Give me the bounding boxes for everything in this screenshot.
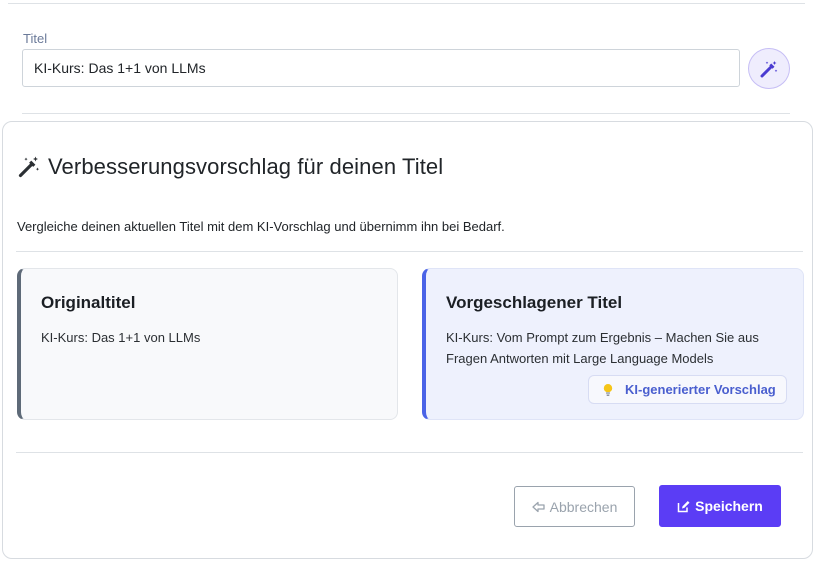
modal-footer-divider — [16, 452, 803, 453]
lightbulb-icon — [601, 383, 615, 397]
modal-title: Verbesserungsvorschlag für deinen Titel — [48, 154, 444, 179]
form-divider — [22, 113, 790, 114]
cancel-button[interactable]: Abbrechen — [514, 486, 635, 527]
title-form: Titel — [0, 0, 815, 130]
modal-description: Vergleiche deinen aktuellen Titel mit de… — [17, 219, 505, 234]
modal-divider — [16, 251, 803, 252]
arrow-left-icon — [531, 501, 545, 513]
cancel-button-label: Abbrechen — [549, 498, 618, 515]
suggested-title-card: Vorgeschlagener Titel KI-Kurs: Vom Promp… — [422, 268, 804, 420]
magic-wand-icon — [759, 59, 779, 79]
title-label: Titel — [23, 31, 48, 46]
title-suggestion-modal: Verbesserungsvorschlag für deinen Titel … — [2, 121, 813, 559]
original-title-text: KI-Kurs: Das 1+1 von LLMs — [41, 330, 201, 345]
original-title-heading: Originaltitel — [41, 293, 136, 312]
edit-icon — [677, 500, 690, 513]
magic-suggest-button[interactable] — [748, 48, 790, 89]
original-title-card: Originaltitel KI-Kurs: Das 1+1 von LLMs — [17, 268, 398, 420]
modal-header: Verbesserungsvorschlag für deinen Titel — [17, 154, 443, 180]
top-divider — [8, 3, 805, 4]
suggested-title-text: KI-Kurs: Vom Prompt zum Ergebnis – Mache… — [446, 330, 759, 366]
suggested-title-heading: Vorgeschlagener Titel — [446, 293, 623, 312]
magic-wand-icon — [17, 155, 41, 179]
save-button-label: Speichern — [695, 498, 763, 514]
ai-badge-label: KI-generierter Vorschlag — [625, 382, 776, 397]
save-button[interactable]: Speichern — [659, 485, 781, 527]
ai-generated-badge: KI-generierter Vorschlag — [588, 375, 787, 404]
title-input[interactable] — [22, 49, 740, 87]
